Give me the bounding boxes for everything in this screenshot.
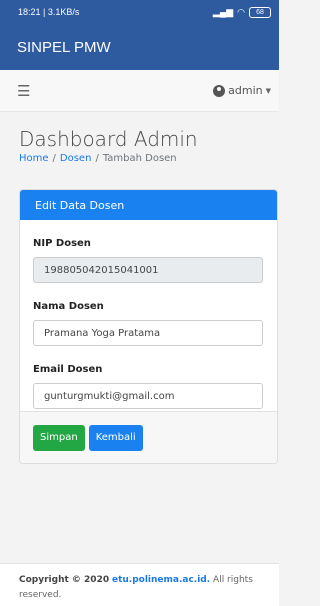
copyright-text: Copyright © 2020 <box>19 575 110 585</box>
email-label: Email Dosen <box>33 364 103 375</box>
site-link[interactable]: etu.polinema.ac.id. <box>112 575 210 585</box>
user-menu[interactable]: admin ▼ <box>213 84 271 97</box>
battery-icon: 68 <box>249 6 271 18</box>
nip-field: 198805042015041001 <box>33 257 263 283</box>
card-body: NIP Dosen 198805042015041001 Nama Dosen … <box>20 238 277 409</box>
chevron-down-icon: ▼ <box>265 86 271 95</box>
top-navbar: ☰ admin ▼ <box>0 70 279 112</box>
card-header: Edit Data Dosen <box>20 190 277 220</box>
user-icon <box>213 84 226 97</box>
breadcrumb-dosen[interactable]: Dosen <box>60 153 92 164</box>
breadcrumb-home[interactable]: Home <box>19 153 49 164</box>
page-title: Dashboard Admin <box>19 127 198 151</box>
card-footer: Simpan Kembali <box>20 411 277 463</box>
back-button[interactable]: Kembali <box>88 424 143 451</box>
breadcrumb: Home / Dosen / Tambah Dosen <box>19 153 177 164</box>
hamburger-icon[interactable]: ☰ <box>17 82 30 100</box>
nama-field[interactable]: Pramana Yoga Pratama <box>33 320 263 346</box>
signal-icon: ▂▄▆ <box>212 6 234 17</box>
breadcrumb-current: Tambah Dosen <box>102 153 177 164</box>
status-bar: 18:21 | 3.1KB/s ▂▄▆ ◠ 68 <box>0 0 279 24</box>
app-title: SINPEL PMW <box>17 38 111 56</box>
nip-label: NIP Dosen <box>33 238 91 249</box>
breadcrumb-separator: / <box>52 153 56 164</box>
wifi-icon: ◠ <box>237 6 245 17</box>
edit-dosen-card: Edit Data Dosen NIP Dosen 19880504201504… <box>19 189 278 464</box>
save-button[interactable]: Simpan <box>33 424 85 451</box>
status-time: 18:21 | 3.1KB/s <box>18 7 80 17</box>
nama-label: Nama Dosen <box>33 301 104 312</box>
status-icons: ▂▄▆ ◠ 68 <box>212 6 271 18</box>
breadcrumb-separator: / <box>95 153 99 164</box>
email-field[interactable]: gunturgmukti@gmail.com <box>33 383 263 409</box>
page-footer: Copyright © 2020 etu.polinema.ac.id. All… <box>0 563 279 606</box>
app-bar: SINPEL PMW <box>0 24 279 70</box>
user-name: admin <box>228 84 263 97</box>
